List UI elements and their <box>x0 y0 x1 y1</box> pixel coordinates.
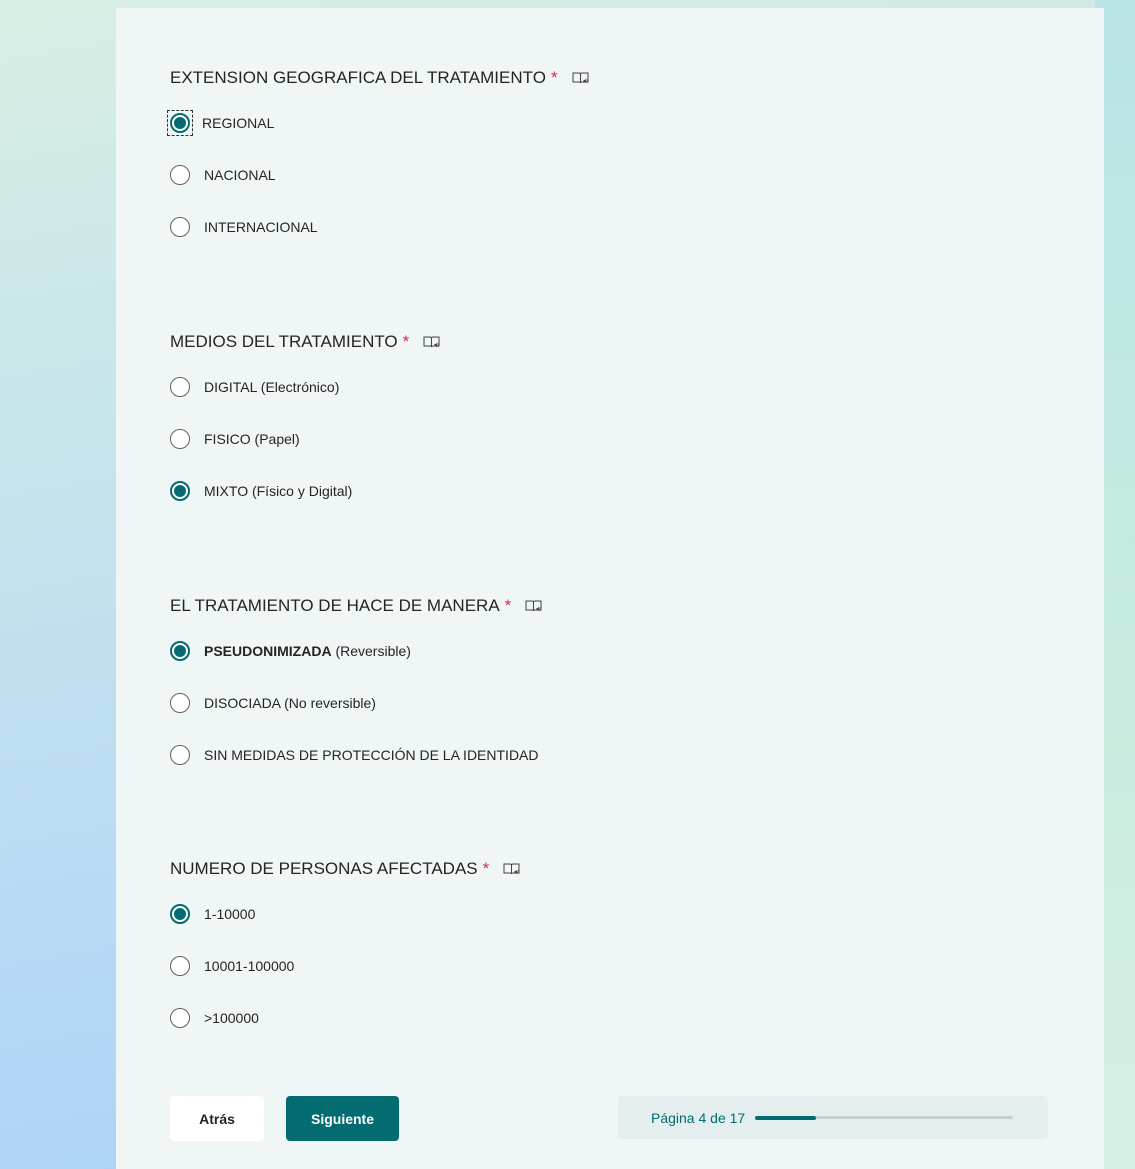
option-sin-medidas[interactable]: SIN MEDIDAS DE PROTECCIÓN DE LA IDENTIDA… <box>170 744 543 766</box>
option-label-bold: PSEUDONIMIZADA <box>204 643 332 659</box>
radio-button[interactable] <box>170 429 190 449</box>
option-label: 1-10000 <box>204 906 256 922</box>
progress-text: Página 4 de 17 <box>651 1109 746 1126</box>
immersive-reader-icon[interactable] <box>503 862 521 877</box>
progress-indicator: Página 4 de 17 <box>618 1096 1048 1139</box>
option-label-suffix: (Reversible) <box>335 643 411 659</box>
option-label: REGIONAL <box>202 115 275 131</box>
option-over-100000[interactable]: >100000 <box>170 1007 521 1029</box>
option-1-10000[interactable]: 1-10000 <box>170 903 521 925</box>
next-button[interactable]: Siguiente <box>286 1096 399 1141</box>
option-label: NACIONAL <box>204 167 276 183</box>
radio-button[interactable] <box>170 113 190 133</box>
radio-button[interactable] <box>170 217 190 237</box>
option-label: MIXTO (Físico y Digital) <box>204 483 353 499</box>
option-fisico[interactable]: FISICO (Papel) <box>170 428 441 450</box>
question-medios-tratamiento: MEDIOS DEL TRATAMIENTO * DIGITAL (Electr… <box>170 330 441 502</box>
option-digital[interactable]: DIGITAL (Electrónico) <box>170 376 441 398</box>
radio-button[interactable] <box>170 481 190 501</box>
question-title: NUMERO DE PERSONAS AFECTADAS * <box>170 857 521 881</box>
question-numero-personas: NUMERO DE PERSONAS AFECTADAS * 1-10000 1… <box>170 857 521 1029</box>
question-extension-geografica: EXTENSION GEOGRAFICA DEL TRATAMIENTO * R… <box>167 66 590 238</box>
immersive-reader-icon[interactable] <box>572 71 590 86</box>
option-label: FISICO (Papel) <box>204 431 300 447</box>
focus-indicator <box>167 110 193 136</box>
question-title-text: EXTENSION GEOGRAFICA DEL TRATAMIENTO <box>170 68 546 87</box>
radio-button[interactable] <box>170 956 190 976</box>
question-title-text: NUMERO DE PERSONAS AFECTADAS <box>170 859 478 878</box>
immersive-reader-icon[interactable] <box>423 335 441 350</box>
option-label: INTERNACIONAL <box>204 219 318 235</box>
form-card: EXTENSION GEOGRAFICA DEL TRATAMIENTO * R… <box>116 8 1104 1169</box>
question-title: EXTENSION GEOGRAFICA DEL TRATAMIENTO * <box>170 66 590 90</box>
option-regional[interactable]: REGIONAL <box>167 110 590 136</box>
option-nacional[interactable]: NACIONAL <box>170 164 590 186</box>
option-mixto[interactable]: MIXTO (Físico y Digital) <box>170 480 441 502</box>
required-asterisk: * <box>482 859 490 878</box>
radio-button[interactable] <box>170 641 190 661</box>
radio-button[interactable] <box>170 1008 190 1028</box>
progress-fill <box>755 1115 816 1120</box>
radio-button[interactable] <box>170 377 190 397</box>
immersive-reader-icon[interactable] <box>525 599 543 614</box>
question-title: EL TRATAMIENTO DE HACE DE MANERA * <box>170 594 543 618</box>
option-pseudonimizada[interactable]: PSEUDONIMIZADA (Reversible) <box>170 640 543 662</box>
option-internacional[interactable]: INTERNACIONAL <box>170 216 590 238</box>
required-asterisk: * <box>550 68 558 87</box>
radio-button[interactable] <box>170 745 190 765</box>
option-disociada[interactable]: DISOCIADA (No reversible) <box>170 692 543 714</box>
required-asterisk: * <box>504 596 512 615</box>
option-label: >100000 <box>204 1010 259 1026</box>
option-label: 10001-100000 <box>204 958 295 974</box>
option-label: SIN MEDIDAS DE PROTECCIÓN DE LA IDENTIDA… <box>204 747 539 763</box>
back-button[interactable]: Atrás <box>170 1096 264 1141</box>
question-title-text: EL TRATAMIENTO DE HACE DE MANERA <box>170 596 500 615</box>
option-label: DIGITAL (Electrónico) <box>204 379 340 395</box>
radio-button[interactable] <box>170 165 190 185</box>
progress-track <box>755 1115 1014 1120</box>
option-label: PSEUDONIMIZADA (Reversible) <box>204 643 411 659</box>
question-manera-tratamiento: EL TRATAMIENTO DE HACE DE MANERA * PSEUD… <box>170 594 543 766</box>
radio-button[interactable] <box>170 693 190 713</box>
required-asterisk: * <box>402 332 410 351</box>
question-title-text: MEDIOS DEL TRATAMIENTO <box>170 332 398 351</box>
option-label: DISOCIADA (No reversible) <box>204 695 376 711</box>
option-10001-100000[interactable]: 10001-100000 <box>170 955 521 977</box>
radio-button[interactable] <box>170 904 190 924</box>
question-title: MEDIOS DEL TRATAMIENTO * <box>170 330 441 354</box>
